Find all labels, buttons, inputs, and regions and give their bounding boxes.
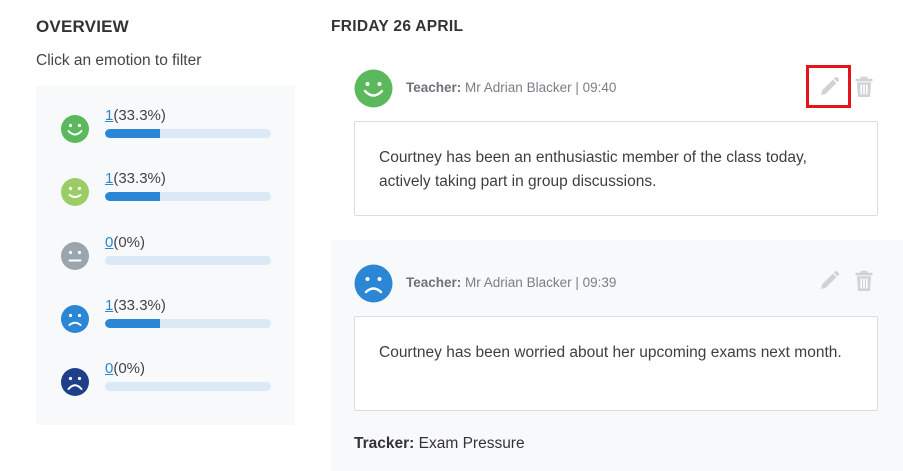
emotion-count: 1(33.3%) [105, 297, 166, 314]
emotion-count: 1(33.3%) [105, 170, 166, 187]
emotion-filter-happy[interactable]: 1(33.3%) [36, 170, 295, 220]
date-heading: FRIDAY 26 APRIL [331, 18, 464, 35]
very-happy-face-icon [354, 69, 393, 108]
sad-face-icon [61, 305, 89, 333]
entry-note: Courtney has been worried about her upco… [354, 316, 878, 411]
very-happy-face-icon [61, 115, 89, 143]
emotion-progress-fill [105, 129, 161, 138]
emotion-progress-bar [105, 256, 271, 265]
very-sad-face-icon [61, 368, 89, 396]
entry-header: Teacher: Mr Adrian Blacker | 09:40 [354, 69, 879, 109]
emotion-percent: (33.3%) [113, 107, 166, 124]
emotion-progress-bar [105, 382, 271, 391]
emotion-percent: (33.3%) [113, 297, 166, 314]
pencil-icon[interactable] [818, 76, 840, 98]
tracker-value: Exam Pressure [418, 435, 525, 452]
emotion-progress-bar [105, 192, 271, 201]
entry-teacher: Teacher: Mr Adrian Blacker | 09:40 [406, 80, 616, 95]
trash-icon[interactable] [853, 76, 875, 98]
emotion-count: 0(0%) [105, 360, 145, 377]
emotion-progress-fill [105, 192, 161, 201]
happy-face-icon [61, 178, 89, 206]
entry-header: Teacher: Mr Adrian Blacker | 09:39 [354, 264, 879, 304]
emotion-tracker-page: OVERVIEW Click an emotion to filter 1(33… [0, 0, 903, 471]
entry-tracker: Tracker: Exam Pressure [354, 435, 525, 453]
teacher-info: Mr Adrian Blacker | 09:40 [465, 80, 617, 95]
tracker-label: Tracker: [354, 435, 415, 452]
teacher-label: Teacher: [406, 80, 462, 95]
emotion-percent: (0%) [113, 234, 146, 251]
emotion-filter-sad[interactable]: 1(33.3%) [36, 297, 295, 347]
emotion-progress-bar [105, 129, 271, 138]
emotion-filter-panel: 1(33.3%) 1(33.3%) 0(0%) 1(33.3%) 0(0%) [36, 86, 295, 425]
emotion-filter-very-happy[interactable]: 1(33.3%) [36, 107, 295, 157]
emotion-count: 1(33.3%) [105, 107, 166, 124]
overview-title: OVERVIEW [36, 17, 129, 36]
entry-teacher: Teacher: Mr Adrian Blacker | 09:39 [406, 275, 616, 290]
emotion-progress-bar [105, 319, 271, 328]
teacher-info: Mr Adrian Blacker | 09:39 [465, 275, 617, 290]
emotion-progress-fill [105, 319, 161, 328]
pencil-icon[interactable] [818, 270, 840, 292]
trash-icon[interactable] [853, 270, 875, 292]
entry-note: Courtney has been an enthusiastic member… [354, 121, 878, 216]
emotion-percent: (33.3%) [113, 170, 166, 187]
emotion-filter-neutral[interactable]: 0(0%) [36, 234, 295, 284]
emotion-filter-very-sad[interactable]: 0(0%) [36, 360, 295, 410]
emotion-percent: (0%) [113, 360, 146, 377]
teacher-label: Teacher: [406, 275, 462, 290]
sad-face-icon [354, 264, 393, 303]
overview-subtitle: Click an emotion to filter [36, 52, 202, 69]
emotion-count: 0(0%) [105, 234, 145, 251]
neutral-face-icon [61, 242, 89, 270]
